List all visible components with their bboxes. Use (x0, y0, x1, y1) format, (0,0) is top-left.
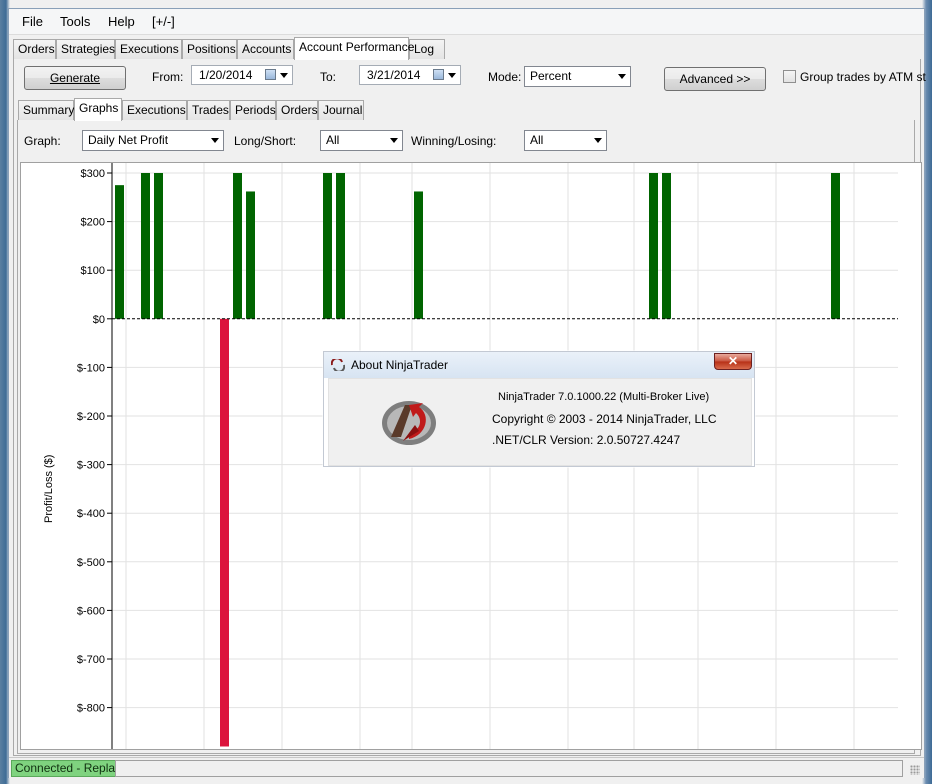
y-tick-label: $-600 (77, 605, 105, 617)
longshort-value: All (326, 133, 340, 147)
advanced-label: Advanced >> (679, 72, 751, 86)
group-trades-checkbox[interactable] (783, 70, 796, 83)
chevron-down-icon (594, 138, 602, 143)
close-icon: ✕ (727, 354, 739, 368)
menu-help[interactable]: Help (108, 14, 135, 29)
chart-bar (831, 173, 840, 319)
mode-value: Percent (530, 69, 572, 83)
resize-grip-icon[interactable] (910, 765, 920, 775)
about-clr-version: .NET/CLR Version: 2.0.50727.4247 (492, 433, 681, 447)
tab-strategies[interactable]: Strategies (56, 39, 115, 59)
y-tick-label: $-200 (77, 411, 105, 423)
tab-summary[interactable]: Summary (18, 100, 74, 120)
from-label: From: (152, 70, 184, 84)
about-body: NinjaTrader 7.0.1000.22 (Multi-Broker Li… (328, 378, 752, 466)
about-dialog: About NinjaTrader ✕ NinjaTrader 7.0.1000… (323, 351, 755, 467)
chevron-down-icon[interactable] (448, 73, 456, 78)
chevron-down-icon (390, 138, 398, 143)
generate-label: Generate (49, 71, 101, 85)
tab-log[interactable]: Log (409, 39, 445, 59)
chart-bar (220, 318, 229, 747)
graph-select[interactable]: Daily Net Profit (82, 130, 224, 151)
chart-bar (649, 173, 658, 319)
advanced-button[interactable]: Advanced >> (664, 67, 766, 91)
tab-orders[interactable]: Orders (13, 39, 56, 59)
graph-value: Daily Net Profit (88, 133, 169, 147)
chart-bar (115, 185, 124, 319)
about-title: About NinjaTrader (351, 358, 448, 372)
chart-bar (662, 173, 671, 319)
longshort-select[interactable]: All (320, 130, 403, 151)
main-tab-row: Orders Strategies Executions Positions A… (13, 37, 923, 60)
calendar-icon[interactable] (433, 69, 444, 80)
tab-trades[interactable]: Trades (187, 100, 230, 120)
chart-bar (154, 173, 163, 319)
chart-bar (323, 173, 332, 319)
chart-bar (336, 173, 345, 319)
connection-status: Connected - Replay (11, 760, 126, 777)
y-tick-label: $-800 (77, 703, 105, 715)
y-tick-label: $-300 (77, 460, 105, 472)
y-tick-label: $-400 (77, 508, 105, 520)
status-bar: Connected - Replay (9, 757, 924, 778)
y-tick-label: $0 (93, 314, 105, 326)
group-trades-label: Group trades by ATM st (800, 70, 926, 84)
longshort-label: Long/Short: (234, 134, 297, 148)
menu-file[interactable]: File (22, 14, 43, 29)
y-tick-label: $300 (81, 168, 105, 180)
tab-journal[interactable]: Journal (318, 100, 364, 120)
winlose-select[interactable]: All (524, 130, 607, 151)
chart-bar (246, 191, 255, 319)
y-tick-label: $200 (81, 217, 105, 229)
from-date-value: 1/20/2014 (199, 68, 253, 82)
y-tick-label: $-500 (77, 557, 105, 569)
tab-executions[interactable]: Executions (115, 39, 182, 59)
y-tick-label: $-100 (77, 362, 105, 374)
tab-periods[interactable]: Periods (230, 100, 276, 120)
tab-positions[interactable]: Positions (182, 39, 237, 59)
sub-tab-row: Summary Graphs Executions Trades Periods… (13, 98, 919, 121)
tab-sub-executions[interactable]: Executions (122, 100, 187, 120)
chevron-down-icon[interactable] (280, 73, 288, 78)
mode-label: Mode: (488, 70, 522, 84)
mode-select[interactable]: Percent (524, 66, 631, 87)
from-date-picker[interactable]: 1/20/2014 (191, 65, 293, 85)
ninjatrader-logo-icon (331, 359, 345, 371)
close-button[interactable]: ✕ (714, 353, 752, 370)
y-tick-label: $100 (81, 265, 105, 277)
about-copyright: Copyright © 2003 - 2014 NinjaTrader, LLC (492, 412, 717, 426)
chart-bar (141, 173, 150, 319)
winlose-value: All (530, 133, 544, 147)
menu-bar: File Tools Help [+/-] (9, 9, 924, 35)
menu-tools[interactable]: Tools (60, 14, 90, 29)
graph-label: Graph: (24, 134, 61, 148)
tab-graphs[interactable]: Graphs (74, 98, 122, 121)
tab-accounts[interactable]: Accounts (237, 39, 294, 59)
chart-bar (414, 191, 423, 319)
menu-toggle[interactable]: [+/-] (152, 14, 175, 29)
generate-button[interactable]: Generate (24, 66, 126, 90)
to-date-picker[interactable]: 3/21/2014 (359, 65, 461, 85)
status-field (115, 760, 903, 777)
winlose-label: Winning/Losing: (411, 134, 497, 148)
tab-account-performance[interactable]: Account Performance (294, 37, 414, 60)
chevron-down-icon (211, 138, 219, 143)
ninjatrader-logo-icon (382, 401, 436, 445)
calendar-icon[interactable] (265, 69, 276, 80)
to-date-value: 3/21/2014 (367, 68, 421, 82)
y-tick-label: $-700 (77, 654, 105, 666)
chart-bar (233, 173, 242, 319)
about-titlebar: About NinjaTrader ✕ (324, 352, 754, 378)
about-version: NinjaTrader 7.0.1000.22 (Multi-Broker Li… (498, 391, 710, 403)
to-label: To: (320, 70, 337, 84)
chevron-down-icon (618, 74, 626, 79)
tab-sub-orders[interactable]: Orders (276, 100, 318, 120)
